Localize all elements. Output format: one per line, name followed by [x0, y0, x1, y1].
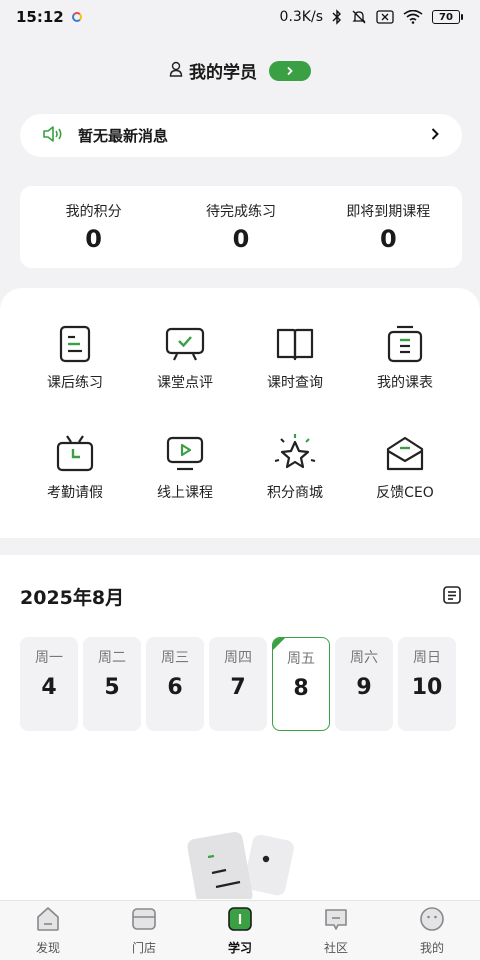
calendar-month: 2025年8月	[20, 587, 125, 609]
discover-icon	[34, 905, 62, 937]
tab-store[interactable]: 门店	[104, 905, 184, 956]
calendar-list-icon[interactable]	[442, 585, 462, 609]
chevron-right-icon	[430, 126, 440, 145]
day-number: 5	[104, 675, 120, 700]
menu-item-hours[interactable]: 课时查询	[240, 322, 350, 392]
review-icon	[163, 322, 207, 366]
day-name: 周日	[413, 650, 441, 666]
bluetooth-icon	[332, 9, 342, 25]
store-icon	[130, 905, 158, 937]
app-notification-icon	[71, 12, 82, 22]
tab-profile[interactable]: 我的	[392, 905, 472, 956]
menu-item-online-course[interactable]: 线上课程	[130, 432, 240, 502]
menu-label: 课堂点评	[157, 375, 213, 391]
stat-value: 0	[232, 225, 250, 253]
menu-label: 积分商城	[267, 485, 323, 501]
sim-off-icon	[376, 10, 394, 24]
stat-pending-exercises[interactable]: 待完成练习 0	[171, 201, 311, 253]
battery-icon: 70	[432, 10, 463, 24]
menu-label: 课后练习	[47, 375, 103, 391]
day-name: 周一	[35, 650, 63, 666]
notice-bar[interactable]: 暂无最新消息	[20, 114, 462, 157]
profile-icon	[418, 905, 446, 937]
stat-label: 待完成练习	[205, 204, 276, 220]
menu-label: 课时查询	[267, 375, 323, 391]
day-name: 周四	[224, 650, 252, 666]
menu-label: 反馈CEO	[376, 485, 434, 501]
day-cell[interactable]: 周三 6	[146, 637, 204, 731]
calendar-section: 2025年8月 周一 4 周二 5 周三 6 周四 7 周五 8 周六 9 周日 10	[0, 555, 480, 911]
speaker-icon	[42, 125, 64, 146]
day-number: 6	[167, 675, 183, 700]
menu-item-points-mall[interactable]: 积分商城	[240, 432, 350, 502]
day-cell[interactable]: 周日 10	[398, 637, 456, 731]
menu-label: 线上课程	[157, 485, 213, 501]
day-number: 4	[41, 675, 57, 700]
chevron-right-icon	[287, 66, 293, 75]
menu-label: 我的课表	[377, 375, 433, 391]
tab-discover[interactable]: 发现	[8, 905, 88, 956]
day-cell[interactable]: 周一 4	[20, 637, 78, 731]
tab-label: 社区	[323, 941, 348, 955]
bottom-tab-bar: 发现 门店 学习 社区 我的	[0, 900, 480, 960]
mail-icon	[383, 432, 427, 476]
day-cell[interactable]: 周四 7	[209, 637, 267, 731]
tab-community[interactable]: 社区	[296, 905, 376, 956]
student-switcher[interactable]: 我的学员	[0, 58, 480, 83]
menu-label: 考勤请假	[47, 485, 103, 501]
menu-item-schedule[interactable]: 我的课表	[350, 322, 460, 392]
day-name: 周六	[350, 650, 378, 666]
empty-state-illustration	[186, 829, 296, 911]
video-icon	[163, 432, 207, 476]
tab-label: 门店	[131, 941, 156, 955]
bell-muted-icon	[351, 9, 367, 25]
wifi-icon	[403, 10, 423, 24]
stat-points[interactable]: 我的积分 0	[24, 201, 164, 253]
page-title: 我的学员	[189, 63, 257, 83]
tab-study[interactable]: 学习	[200, 905, 280, 956]
status-time: 15:12	[16, 8, 64, 26]
stat-label: 我的积分	[65, 204, 122, 220]
day-cell[interactable]: 周二 5	[83, 637, 141, 731]
day-cell[interactable]: 周六 9	[335, 637, 393, 731]
study-icon	[226, 905, 254, 937]
day-number: 10	[411, 675, 443, 700]
stat-value: 0	[379, 225, 397, 253]
attendance-icon	[53, 432, 97, 476]
day-number: 9	[356, 675, 372, 700]
feature-menu: 课后练习 课堂点评 课时查询 我的课表 考勤请假 线上课程 积分商城 反馈CEO	[0, 288, 480, 538]
stat-value: 0	[85, 225, 102, 253]
status-bar: 15:12 0.3K/s 70	[0, 0, 480, 34]
stat-expiring-courses[interactable]: 即将到期课程 0	[318, 201, 458, 253]
switch-student-button[interactable]	[269, 60, 311, 81]
star-icon	[273, 432, 317, 476]
exercise-icon	[53, 322, 97, 366]
menu-item-exercise[interactable]: 课后练习	[20, 322, 130, 392]
schedule-icon	[383, 322, 427, 366]
day-number: 7	[230, 675, 246, 700]
user-icon	[169, 61, 183, 81]
notice-text: 暂无最新消息	[78, 127, 169, 145]
tab-label: 学习	[227, 941, 252, 955]
day-name: 周二	[98, 650, 126, 666]
menu-item-review[interactable]: 课堂点评	[130, 322, 240, 392]
tab-label: 发现	[35, 941, 60, 955]
community-icon	[322, 905, 350, 937]
day-name: 周五	[287, 651, 315, 667]
day-number: 8	[293, 676, 309, 701]
menu-item-feedback[interactable]: 反馈CEO	[350, 432, 460, 502]
stats-panel: 我的积分 0 待完成练习 0 即将到期课程 0	[20, 186, 462, 268]
book-icon	[273, 322, 317, 366]
menu-item-attendance[interactable]: 考勤请假	[20, 432, 130, 502]
day-cell-selected[interactable]: 周五 8	[272, 637, 330, 731]
tab-label: 我的	[419, 941, 444, 955]
stat-label: 即将到期课程	[346, 204, 431, 220]
week-days: 周一 4 周二 5 周三 6 周四 7 周五 8 周六 9 周日 10	[20, 637, 456, 731]
day-name: 周三	[161, 650, 189, 666]
network-speed: 0.3K/s	[279, 9, 323, 25]
